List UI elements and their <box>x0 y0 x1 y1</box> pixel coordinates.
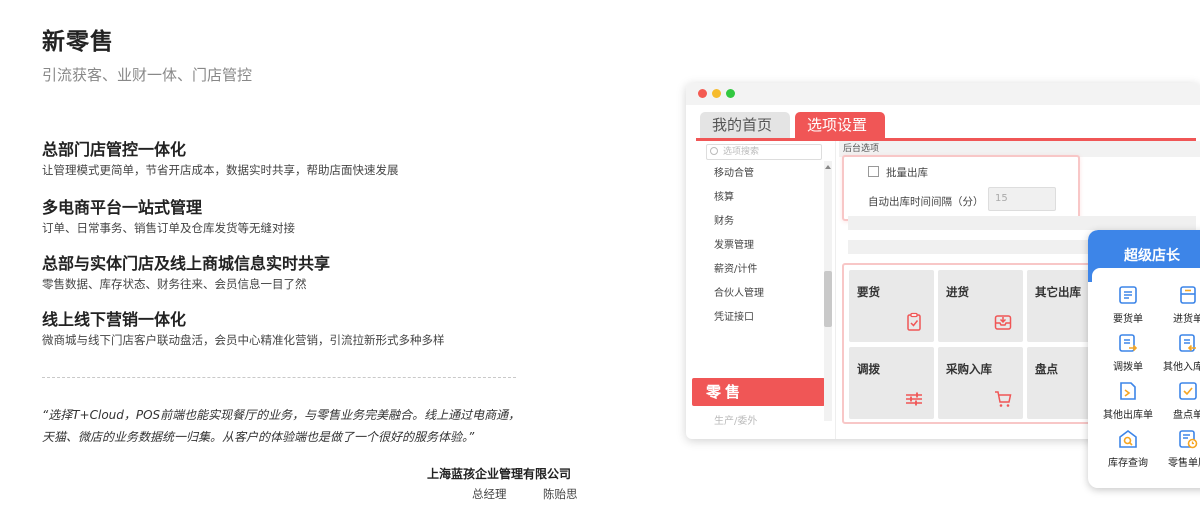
feature-block: 线上线下营销一体化 微商城与线下门店客户联动盘活，会员中心精准化营销，引流拉新形… <box>42 310 562 349</box>
sidebar-item[interactable]: 移动合管 <box>714 164 754 179</box>
scroll-thumb[interactable] <box>824 271 832 327</box>
sidebar-item[interactable]: 发票管理 <box>714 236 754 251</box>
sidebar-item[interactable]: 薪资/计件 <box>714 260 757 275</box>
feature-block: 多电商平台一站式管理 订单、日常事务、销售订单及仓库发货等无缝对接 <box>42 198 562 237</box>
scroll-up-icon[interactable] <box>825 165 831 169</box>
purchase-doc-icon <box>1180 286 1196 304</box>
page-subtitle: 引流获客、业财一体、门店管控 <box>42 66 253 84</box>
tab-home[interactable]: 我的首页 <box>700 112 790 138</box>
stock-out-doc-icon <box>1120 382 1136 400</box>
panel-item-requisition[interactable]: 要货单 <box>1098 284 1158 325</box>
cart-icon <box>995 391 1012 407</box>
tab-settings[interactable]: 选项设置 <box>795 112 885 138</box>
panel-item-label: 零售单历 <box>1168 458 1200 469</box>
option-search-input[interactable]: 选项搜索 <box>706 144 822 160</box>
batch-out-checkbox[interactable] <box>868 166 879 177</box>
testimonial-name: 陈贻思 <box>543 487 578 501</box>
grid-cell-label: 盘点 <box>1035 362 1058 376</box>
retail-history-icon <box>1179 430 1198 449</box>
feature-desc: 订单、日常事务、销售订单及仓库发货等无缝对接 <box>42 221 295 235</box>
panel-item-label: 其他出库单 <box>1103 410 1153 421</box>
grid-cell-transfer[interactable]: 调拨 <box>849 347 934 419</box>
panel-item-other-in[interactable]: 其他入库单 <box>1158 332 1200 373</box>
divider <box>42 377 516 378</box>
search-placeholder: 选项搜索 <box>723 147 760 157</box>
panel-item-purchase[interactable]: 进货单 <box>1158 284 1200 325</box>
sliders-icon <box>906 392 922 406</box>
search-icon <box>710 147 718 155</box>
feature-desc: 微商城与线下门店客户联动盘活，会员中心精准化营销，引流拉新形式多种多样 <box>42 333 445 347</box>
grid-cell-label: 其它出库 <box>1035 285 1081 299</box>
grid-cell-label: 调拨 <box>857 362 880 376</box>
feature-desc: 零售数据、库存状态、财务往来、会员信息一目了然 <box>42 277 307 291</box>
interval-label: 自动出库时间间隔（分） <box>868 196 984 208</box>
panel-item-label: 库存查询 <box>1108 458 1148 469</box>
transfer-doc-icon <box>1119 334 1138 352</box>
panel-body: 要货单 进货单 调拨单 其他入库单 <box>1092 268 1200 488</box>
sidebar-scrollbar[interactable] <box>824 161 832 421</box>
feature-title: 总部与实体门店及线上商城信息实时共享 <box>42 254 331 273</box>
sidebar-item[interactable]: 合伙人管理 <box>714 284 764 299</box>
feature-block: 总部与实体门店及线上商城信息实时共享 零售数据、库存状态、财务往来、会员信息一目… <box>42 254 562 293</box>
interval-input[interactable]: 15 <box>988 187 1056 211</box>
panel-item-label: 要货单 <box>1113 314 1143 325</box>
inbox-download-icon <box>994 315 1012 330</box>
panel-item-transfer[interactable]: 调拨单 <box>1098 332 1158 373</box>
feature-title: 线上线下营销一体化 <box>42 310 187 329</box>
page-title: 新零售 <box>42 29 114 55</box>
placeholder-bar <box>848 240 986 254</box>
testimonial-role: 总经理 <box>472 487 507 501</box>
placeholder-bar <box>986 216 1196 230</box>
sidebar-item[interactable]: 核算 <box>714 188 734 203</box>
feature-desc: 让管理模式更简单，节省开店成本，数据实时共享，帮助店面快速发展 <box>42 163 399 177</box>
panel-item-stock-query[interactable]: 库存查询 <box>1098 428 1158 469</box>
grid-cell-label: 采购入库 <box>946 362 992 376</box>
inventory-check-icon <box>1179 382 1197 400</box>
quote-line: 天猫、微店的业务数据统一归集。从客户的体验端也是做了一个很好的服务体验。” <box>42 430 475 444</box>
grid-cell-requisition[interactable]: 要货 <box>849 270 934 342</box>
testimonial-quote: “选择T+Cloud，POS前端也能实现餐厅的业务，与零售业务完美融合。线上通过… <box>42 404 532 448</box>
options-sidebar: 选项搜索 移动合管 核算 财务 发票管理 薪资/计件 合伙人管理 凭证接口 零售… <box>692 141 836 439</box>
close-window-button[interactable] <box>698 89 707 98</box>
feature-block: 总部门店管控一体化 让管理模式更简单，节省开店成本，数据实时共享，帮助店面快速发… <box>42 140 562 179</box>
clipboard-check-icon <box>907 312 921 331</box>
order-list-icon <box>1119 286 1137 304</box>
sidebar-item[interactable]: 会员 <box>714 436 734 439</box>
sidebar-item-retail[interactable]: 零售 <box>692 378 825 406</box>
testimonial-company: 上海蓝孩企业管理有限公司 <box>427 467 572 481</box>
panel-title: 超级店长 <box>1124 248 1180 264</box>
stock-search-icon <box>1119 430 1137 448</box>
grid-cell-label: 进货 <box>946 285 969 299</box>
batch-out-label: 批量出库 <box>886 167 928 179</box>
panel-item-retail-history[interactable]: 零售单历 <box>1158 428 1200 469</box>
panel-item-label: 进货单 <box>1173 314 1200 325</box>
feature-title: 多电商平台一站式管理 <box>42 198 203 217</box>
stock-in-doc-icon <box>1179 334 1196 352</box>
option-panel: 批量出库 自动出库时间间隔（分） 15 <box>842 155 1080 221</box>
grid-cell-purchase-in[interactable]: 采购入库 <box>938 347 1023 419</box>
maximize-window-button[interactable] <box>726 89 735 98</box>
panel-item-stocktake[interactable]: 盘点单 <box>1158 380 1200 421</box>
quote-line: “选择T+Cloud，POS前端也能实现餐厅的业务，与零售业务完美融合。线上通过… <box>42 408 521 422</box>
minimize-window-button[interactable] <box>712 89 721 98</box>
panel-item-label: 其他入库单 <box>1163 362 1200 373</box>
grid-cell-label: 要货 <box>857 285 880 299</box>
panel-item-label: 调拨单 <box>1113 362 1143 373</box>
grid-cell-stock-in[interactable]: 进货 <box>938 270 1023 342</box>
placeholder-bar <box>848 216 986 230</box>
window-titlebar <box>686 83 1200 105</box>
super-manager-panel: 超级店长 要货单 进货单 调拨单 其他入库 其他出库单 盘点单 库存查询 零售单 <box>1088 230 1200 488</box>
sidebar-item[interactable]: 凭证接口 <box>714 308 754 323</box>
panel-item-label: 盘点单 <box>1173 410 1200 421</box>
panel-item-other-out[interactable]: 其他出库单 <box>1098 380 1158 421</box>
sidebar-item[interactable]: 财务 <box>714 212 734 227</box>
sidebar-item[interactable]: 生产/委外 <box>714 412 757 427</box>
feature-title: 总部门店管控一体化 <box>42 140 187 159</box>
